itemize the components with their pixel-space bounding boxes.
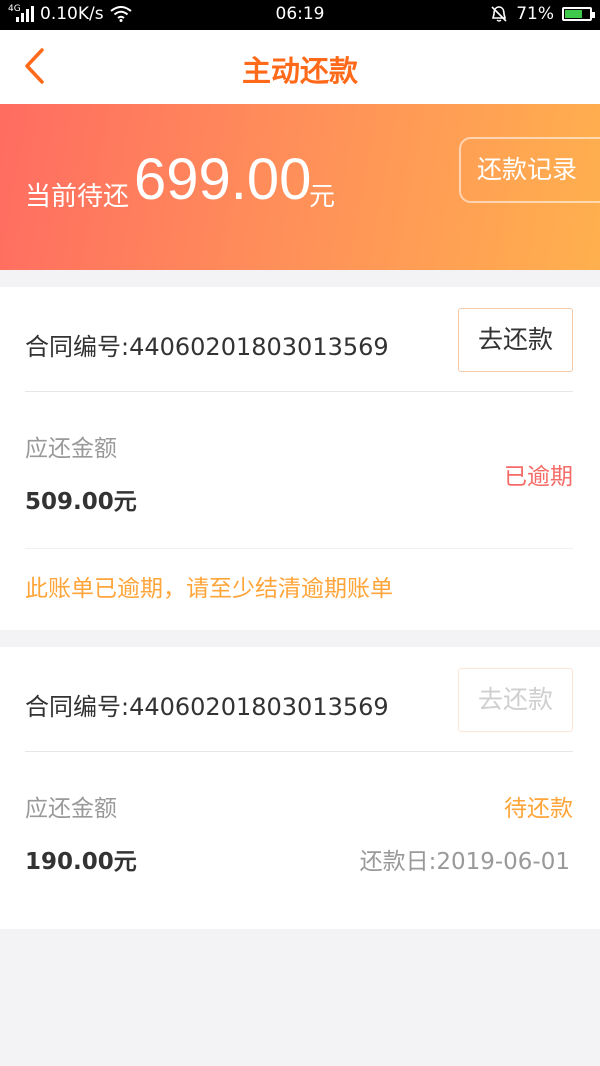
- divider: [25, 548, 573, 549]
- due-amount-value: 190.00元: [25, 849, 137, 875]
- repayment-records-button[interactable]: 还款记录: [459, 137, 600, 203]
- status-bar: 4G 0.10K/s 06:19 71%: [0, 0, 600, 30]
- total-due-unit: 元: [309, 182, 336, 212]
- nav-bar: 主动还款: [0, 30, 600, 104]
- status-badge: 已逾期: [504, 464, 573, 490]
- repayment-date: 还款日:2019-06-01: [359, 849, 570, 875]
- bell-muted-icon: [491, 6, 507, 22]
- page-title: 主动还款: [241, 54, 358, 88]
- overdue-notice: 此账单已逾期，请至少结清逾期账单: [25, 576, 393, 602]
- bill-card: 合同编号:44060201803013569 去还款 应还金额 509.00元 …: [0, 287, 600, 630]
- contract-number: 合同编号:44060201803013569: [25, 693, 389, 721]
- status-badge: 待还款: [504, 796, 573, 822]
- due-amount-value: 509.00元: [25, 489, 137, 515]
- due-amount-label: 应还金额: [25, 796, 117, 822]
- divider: [25, 751, 573, 752]
- pay-button[interactable]: 去还款: [458, 308, 573, 372]
- divider: [25, 391, 573, 392]
- due-amount-label: 应还金额: [25, 436, 117, 462]
- total-due-label: 当前待还: [25, 182, 130, 212]
- contract-number: 合同编号:44060201803013569: [25, 333, 389, 361]
- summary-banner: 当前待还 699.00 元 还款记录: [0, 104, 600, 270]
- battery-percent: 71%: [516, 4, 554, 24]
- total-due-amount: 699.00: [134, 147, 312, 212]
- bill-card: 合同编号:44060201803013569 去还款 应还金额 190.00元 …: [0, 647, 600, 929]
- pay-button[interactable]: 去还款: [458, 668, 573, 732]
- battery-icon: [562, 7, 595, 21]
